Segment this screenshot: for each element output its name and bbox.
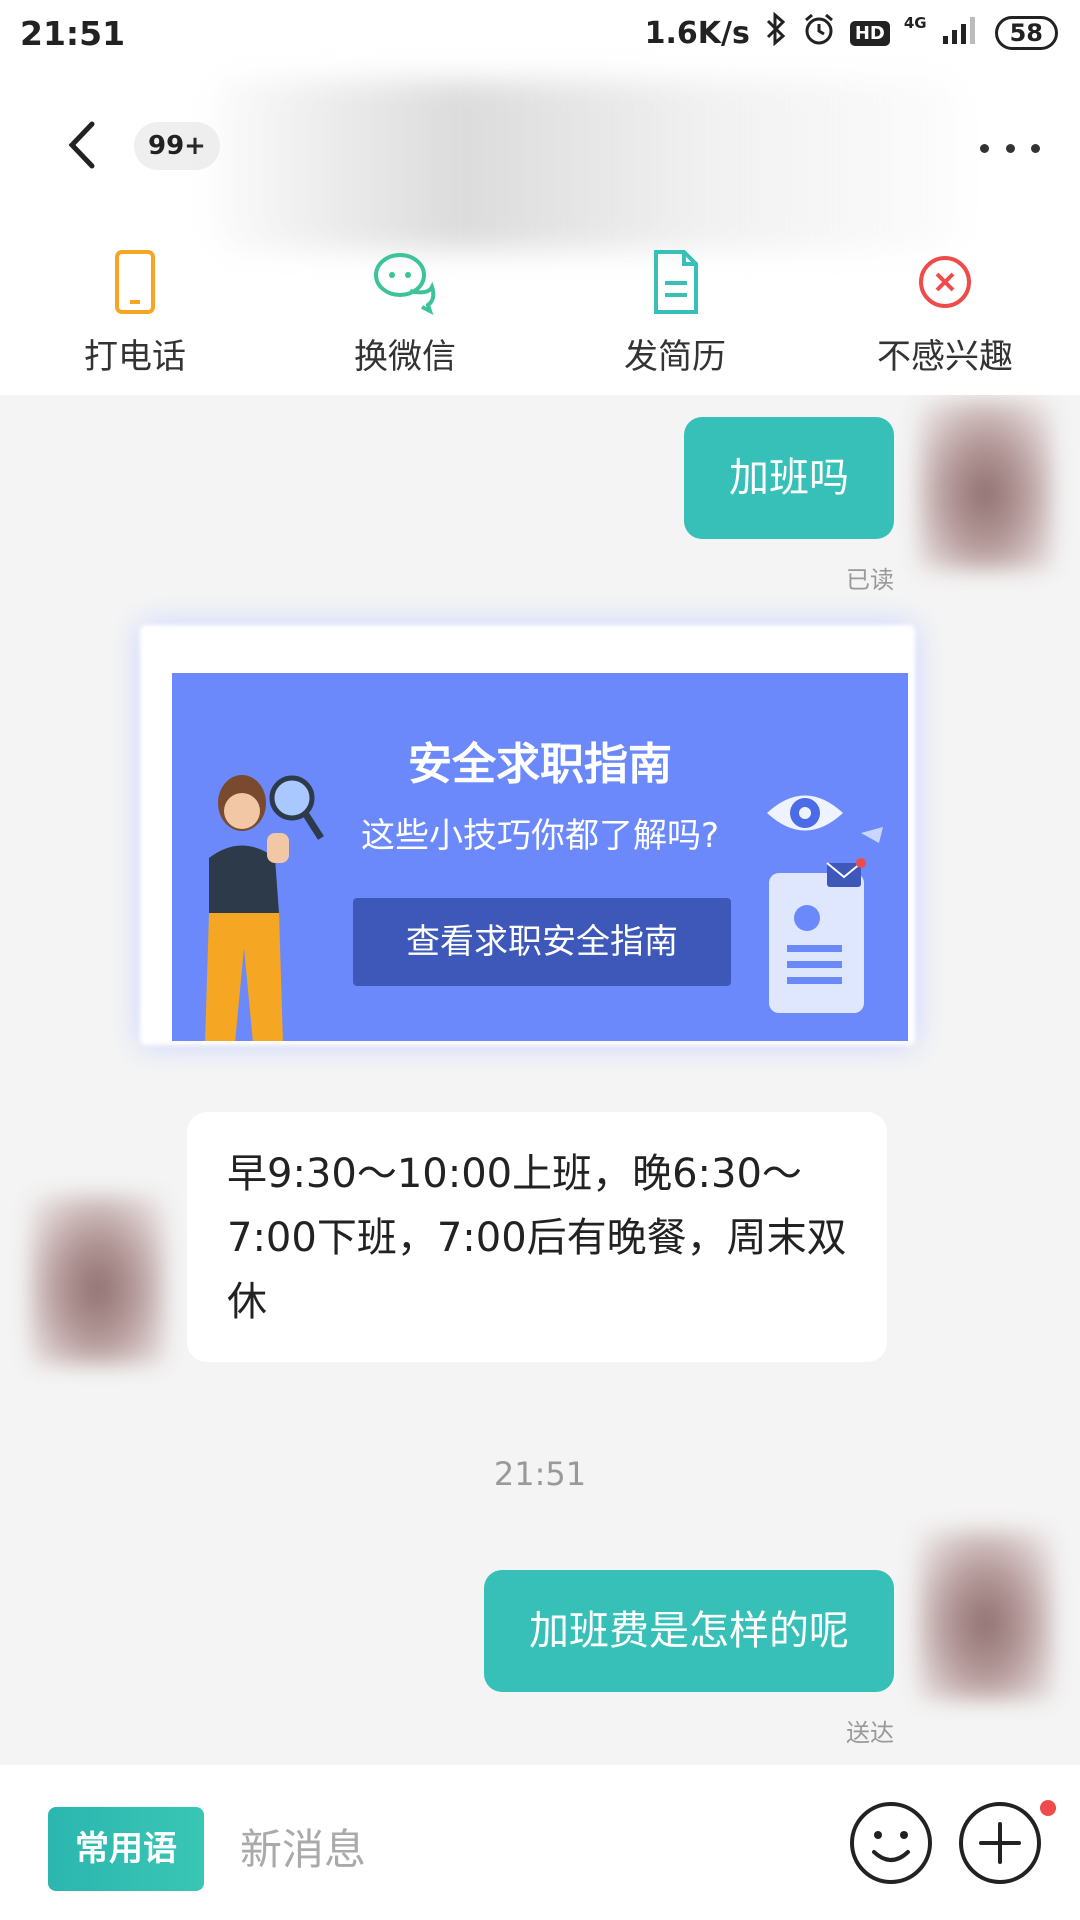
resume-label: 发简历	[624, 337, 726, 377]
call-label: 打电话	[84, 337, 186, 377]
common-phrases-button[interactable]: 常用语	[48, 1807, 204, 1891]
woman-magnifier-illustration	[205, 775, 324, 1041]
not-interested-action[interactable]: 不感兴趣	[810, 245, 1080, 395]
resume-action[interactable]: 发简历	[540, 245, 810, 395]
message-timestamp: 21:51	[493, 1455, 587, 1493]
unread-badge: 99+	[134, 122, 220, 170]
wechat-action[interactable]: 换微信	[270, 245, 540, 395]
phone-icon	[100, 247, 170, 317]
hd-icon: HD	[849, 20, 890, 46]
my-avatar-2[interactable]	[918, 1530, 1053, 1700]
my-avatar[interactable]	[918, 400, 1053, 570]
resume-icon	[640, 247, 710, 317]
bluetooth-icon	[764, 11, 788, 54]
signal-icon	[941, 14, 981, 52]
not-interested-label: 不感兴趣	[877, 337, 1013, 377]
alarm-icon	[802, 12, 836, 54]
safety-guide-banner[interactable]: 安全求职指南 这些小技巧你都了解吗? 查看求职安全指南	[172, 673, 908, 1041]
message-bubble-received[interactable]: 早9:30～10:00上班，晚6:30～7:00下班，7:00后有晚餐，周末双休	[187, 1112, 887, 1362]
network-speed: 1.6K/s	[644, 15, 750, 51]
back-icon[interactable]	[60, 120, 110, 170]
chat-messages[interactable]: 加班吗 已读 安全求职指南 这些小技巧你都了解吗? 查看求职安全指南 早9:30…	[0, 395, 1080, 1765]
notification-dot	[1040, 1800, 1056, 1816]
status-bar: 21:51 1.6K/s HD 4G 58	[0, 0, 1080, 70]
input-bar: 常用语	[0, 1765, 1080, 1920]
wechat-icon	[370, 247, 440, 317]
status-indicators: 1.6K/s HD 4G 58	[644, 11, 1058, 54]
view-safety-guide-button[interactable]: 查看求职安全指南	[353, 898, 731, 986]
message-input[interactable]	[238, 1813, 802, 1885]
wechat-label: 换微信	[354, 337, 456, 377]
status-time: 21:51	[20, 14, 126, 53]
contact-name-redacted	[210, 80, 960, 250]
more-options-icon[interactable]	[980, 140, 1040, 156]
quick-actions: 打电话 换微信 发简历 不感兴趣	[0, 245, 1080, 395]
battery-level: 58	[994, 16, 1058, 50]
delivered-status: 送达	[846, 1719, 894, 1747]
network-type: 4G	[903, 14, 927, 32]
read-status: 已读	[846, 566, 894, 594]
message-bubble-sent-2[interactable]: 加班费是怎样的呢	[484, 1570, 894, 1692]
eye-document-illustration	[767, 795, 883, 1013]
not-interested-icon	[910, 247, 980, 317]
message-bubble-sent[interactable]: 加班吗	[684, 417, 894, 539]
emoji-icon[interactable]	[848, 1800, 934, 1886]
call-action[interactable]: 打电话	[0, 245, 270, 395]
add-icon[interactable]	[957, 1800, 1043, 1886]
recruiter-avatar[interactable]	[30, 1195, 165, 1365]
chat-header: 99+ 打电话 换微信 发简历 不感兴趣	[0, 70, 1080, 395]
